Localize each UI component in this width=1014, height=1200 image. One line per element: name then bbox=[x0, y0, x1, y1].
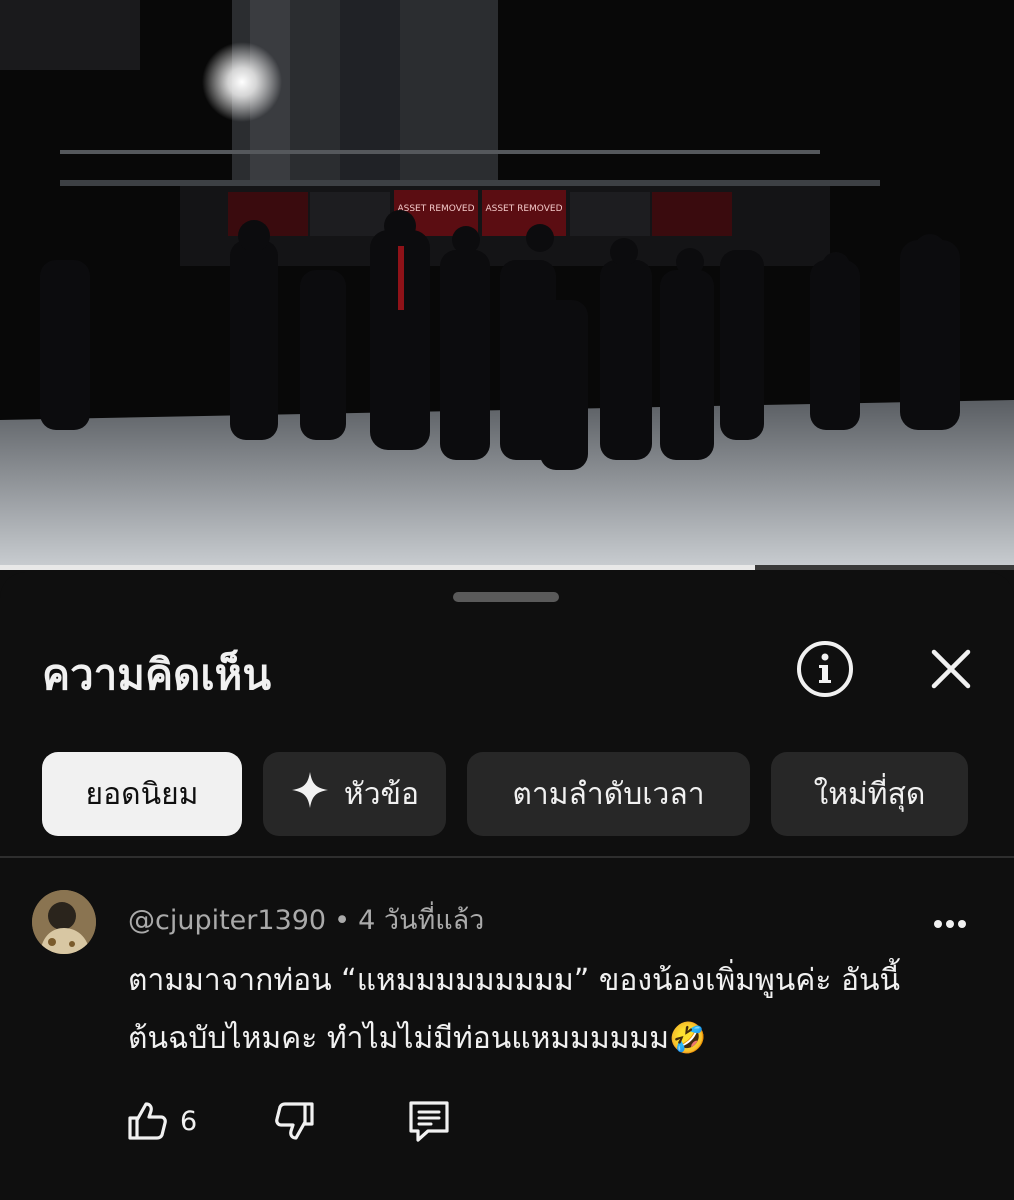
drag-handle[interactable] bbox=[453, 592, 559, 602]
chip-newest[interactable]: ใหม่ที่สุด bbox=[771, 752, 968, 836]
reply-comment-icon bbox=[409, 1101, 449, 1142]
video-progress-bar[interactable] bbox=[0, 565, 1014, 570]
video-player[interactable]: ASSET REMOVED ASSET REMOVED bbox=[0, 0, 1014, 568]
comment-item: @cjupiter1390 • 4 วันที่แล้ว ตามมาจากท่อน … bbox=[0, 872, 1014, 1192]
meta-separator: • bbox=[334, 905, 351, 936]
video-progress-fill bbox=[0, 565, 756, 570]
chip-label: ใหม่ที่สุด bbox=[813, 776, 926, 812]
close-button[interactable] bbox=[920, 638, 982, 700]
more-options-button[interactable] bbox=[926, 902, 974, 942]
chip-top[interactable]: ยอดนิยม bbox=[42, 752, 242, 836]
comment-author[interactable]: @cjupiter1390 bbox=[128, 905, 326, 936]
dislike-button[interactable] bbox=[272, 1096, 318, 1146]
reply-button[interactable] bbox=[404, 1096, 454, 1146]
screen-label: ASSET REMOVED bbox=[397, 204, 474, 214]
more-dots-icon bbox=[934, 920, 966, 928]
close-icon bbox=[931, 649, 971, 689]
like-button[interactable]: 6 bbox=[124, 1096, 197, 1146]
info-circle-icon bbox=[797, 641, 853, 697]
screen-label: ASSET REMOVED bbox=[485, 204, 562, 214]
sheet-title: ความคิดเห็น bbox=[42, 650, 272, 699]
comment-meta: @cjupiter1390 • 4 วันที่แล้ว bbox=[128, 898, 484, 941]
chip-topics[interactable]: หัวข้อ bbox=[263, 752, 446, 836]
chip-label: ยอดนิยม bbox=[85, 776, 199, 812]
like-count: 6 bbox=[180, 1105, 198, 1137]
thumbs-up-icon bbox=[128, 1102, 167, 1140]
comment-text: ตามมาจากท่อน “แหมมมมมมมมม” ของน้องเพิ่มพ… bbox=[128, 963, 901, 1056]
sparkle-icon bbox=[290, 770, 330, 818]
thumbs-down-icon bbox=[275, 1102, 314, 1140]
video-frame: ASSET REMOVED ASSET REMOVED bbox=[0, 0, 1014, 568]
chip-label: ตามลำดับเวลา bbox=[512, 776, 705, 812]
chip-label: หัวข้อ bbox=[343, 776, 420, 812]
comment-time: 4 วันที่แล้ว bbox=[358, 905, 485, 936]
comments-sheet: ความคิดเห็น ยอดนิยม หัวข้อ ตามลำดับเวลา … bbox=[0, 572, 1014, 1200]
divider bbox=[0, 856, 1014, 858]
chip-chronological[interactable]: ตามลำดับเวลา bbox=[467, 752, 750, 836]
avatar[interactable] bbox=[32, 890, 96, 954]
info-button[interactable] bbox=[794, 638, 856, 700]
